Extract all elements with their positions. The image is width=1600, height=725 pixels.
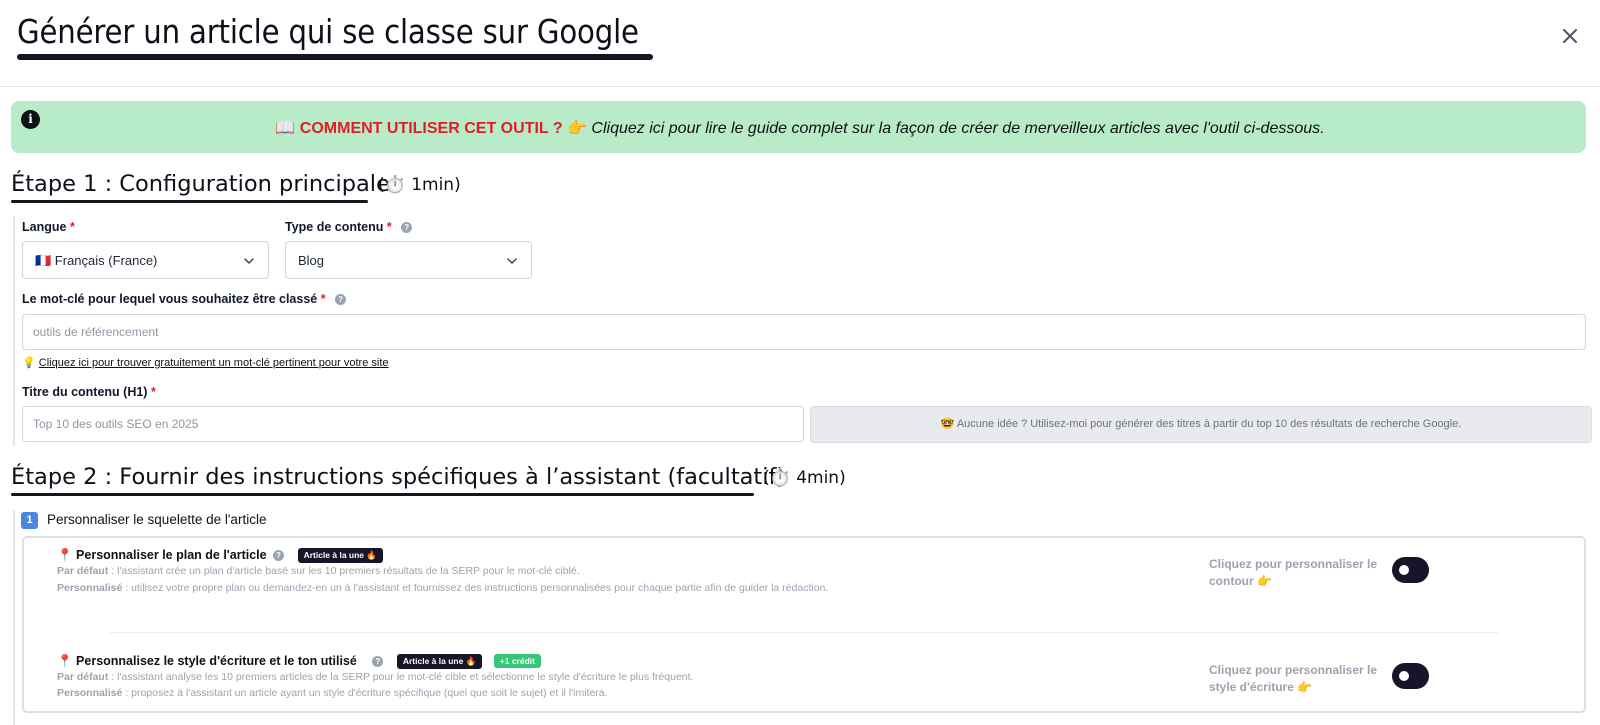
credit-badge: +1 crédit xyxy=(493,654,541,668)
outline-option-title: 📍 Personnaliser le plan de l'article ? A… xyxy=(57,548,383,563)
type-contenu-label-text: Type de contenu xyxy=(285,220,384,234)
langue-label-text: Langue xyxy=(22,220,67,234)
default-text: : l'assistant crée un plan d'article bas… xyxy=(108,565,580,577)
keyword-label-text: Le mot-clé pour lequel vous souhaitez êt… xyxy=(22,292,318,306)
guide-banner-text[interactable]: 📖 COMMENT UTILISER CET OUTIL ? 👉 Cliquez… xyxy=(0,118,1600,138)
options-divider xyxy=(109,632,1499,633)
custom-text: : proposez à l'assistant un article ayan… xyxy=(122,687,608,699)
required-marker: * xyxy=(320,292,326,306)
step1-underline xyxy=(11,200,368,203)
banner-strong-text: COMMENT UTILISER CET OUTIL ? xyxy=(299,120,563,137)
close-icon[interactable] xyxy=(1560,26,1580,46)
h1-input[interactable] xyxy=(22,406,804,442)
h1-label: Titre du contenu (H1) * xyxy=(22,385,156,399)
featured-badge: Article à la une 🔥 xyxy=(297,548,383,563)
step2-underline xyxy=(11,493,754,496)
toggle-knob xyxy=(1399,671,1409,681)
pointer-emoji: 👉 xyxy=(567,120,587,137)
langue-select[interactable]: 🇫🇷 Français (France) xyxy=(22,241,269,279)
toggle-knob xyxy=(1399,565,1409,575)
outline-option-title-text: 📍 Personnaliser le plan de l'article xyxy=(57,548,267,562)
style-default-desc: Par défaut : l'assistant analyse les 10 … xyxy=(57,671,693,683)
generate-titles-button[interactable]: 🤓 Aucune idée ? Utilisez-moi pour génére… xyxy=(810,406,1592,443)
page-title: Générer un article qui se classe sur Goo… xyxy=(17,12,639,51)
custom-label: Personnalisé xyxy=(57,687,123,699)
required-marker: * xyxy=(386,220,392,234)
custom-text: : utilisez votre propre plan ou demandez… xyxy=(122,582,829,594)
keyword-tip: 💡 Cliquez ici pour trouver gratuitement … xyxy=(22,356,389,369)
header-divider xyxy=(0,86,1600,87)
step1-heading: Étape 1 : Configuration principale xyxy=(11,171,390,197)
keyword-input[interactable] xyxy=(22,314,1586,350)
chevron-down-icon xyxy=(244,258,254,264)
type-contenu-select[interactable]: Blog xyxy=(285,241,532,279)
help-icon[interactable]: ? xyxy=(335,294,347,305)
lightbulb-icon: 💡 xyxy=(22,357,36,369)
type-contenu-label: Type de contenu * ? xyxy=(285,220,413,234)
style-option-title-text: 📍 Personnalisez le style d'écriture et l… xyxy=(57,654,357,668)
custom-label: Personnalisé xyxy=(57,582,123,594)
guide-link[interactable]: Cliquez ici pour lire le guide complet s… xyxy=(591,120,1324,137)
required-marker: * xyxy=(150,385,156,399)
default-label: Par défaut xyxy=(57,671,109,683)
default-label: Par défaut xyxy=(57,565,109,577)
chevron-down-icon xyxy=(507,258,517,264)
skeleton-section-title: Personnaliser le squelette de l'article xyxy=(47,512,267,527)
title-underline xyxy=(17,54,653,60)
langue-select-value: 🇫🇷 Français (France) xyxy=(35,253,158,268)
help-icon[interactable]: ? xyxy=(372,656,384,667)
close-button[interactable] xyxy=(1560,26,1580,46)
outline-custom-desc: Personnalisé : utilisez votre propre pla… xyxy=(57,582,828,594)
keyword-label: Le mot-clé pour lequel vous souhaitez êt… xyxy=(22,292,347,306)
outline-default-desc: Par défaut : l'assistant crée un plan d'… xyxy=(57,565,580,577)
style-option-title: 📍 Personnalisez le style d'écriture et l… xyxy=(57,654,541,669)
default-text: : l'assistant analyse les 10 premiers ar… xyxy=(108,671,694,683)
outline-toggle[interactable] xyxy=(1392,557,1429,583)
help-icon[interactable]: ? xyxy=(273,550,285,561)
h1-label-text: Titre du contenu (H1) xyxy=(22,385,148,399)
langue-label: Langue * xyxy=(22,220,75,234)
find-keyword-link[interactable]: Cliquez ici pour trouver gratuitement un… xyxy=(39,357,389,369)
step1-time: (⏱️ 1min) xyxy=(378,175,461,195)
number-one-icon: 1 xyxy=(21,512,38,529)
style-toggle-label: Cliquez pour personnaliser le style d'éc… xyxy=(1209,663,1378,694)
style-custom-desc: Personnalisé : proposez à l'assistant un… xyxy=(57,687,608,699)
type-contenu-select-value: Blog xyxy=(298,253,325,268)
featured-badge: Article à la une 🔥 xyxy=(396,654,483,669)
step2-left-border xyxy=(13,510,15,725)
outline-toggle-label: Cliquez pour personnaliser le contour 👉 xyxy=(1209,557,1378,588)
step2-heading: Étape 2 : Fournir des instructions spéci… xyxy=(11,464,786,490)
help-icon[interactable]: ? xyxy=(401,222,413,233)
step1-left-border xyxy=(13,216,15,446)
required-marker: * xyxy=(69,220,75,234)
book-emoji: 📖 xyxy=(275,120,296,137)
step2-time: (⏱️ 4min) xyxy=(763,468,846,488)
style-toggle[interactable] xyxy=(1392,663,1429,689)
